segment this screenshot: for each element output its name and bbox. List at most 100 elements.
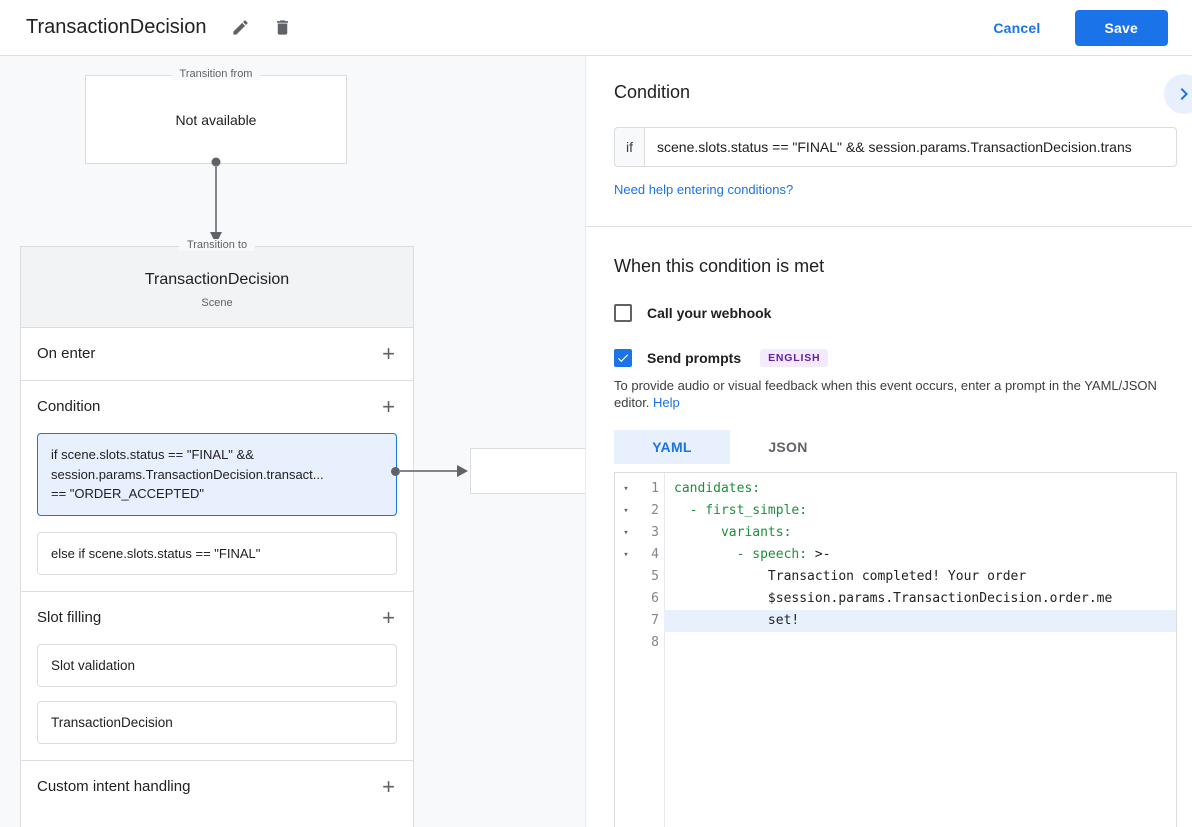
tab-yaml[interactable]: YAML [614,430,730,464]
code-text: - speech: >- [664,544,1176,566]
line-number: 2 [637,500,664,522]
fold-arrow-icon[interactable]: ▾ [615,478,637,500]
transaction-decision-slot-card[interactable]: TransactionDecision [37,701,397,744]
transition-from-box[interactable]: Transition from Not available [85,75,347,164]
send-prompts-row[interactable]: Send prompts ENGLISH [614,349,1177,367]
code-line[interactable]: ▾3 variants: [615,522,1176,544]
line-number: 7 [637,610,664,632]
edit-title-button[interactable] [226,14,254,42]
save-button[interactable]: Save [1075,10,1169,46]
main-content: Transition from Not available Transition… [0,56,1192,827]
transition-from-value: Not available [176,112,257,128]
code-line[interactable]: ▾1candidates: [615,478,1176,500]
condition-text-line: session.params.TransactionDecision.trans… [51,465,383,485]
condition-input[interactable] [644,127,1177,167]
condition-section-label: Condition [37,398,100,416]
call-webhook-checkbox[interactable] [614,304,632,322]
code-text: $session.params.TransactionDecision.orde… [664,588,1176,610]
code-text: Transaction completed! Your order [664,566,1176,588]
slot-filling-label: Slot filling [37,609,101,627]
fold-spacer [615,632,637,654]
language-badge: ENGLISH [760,349,828,367]
condition-text-line: == "ORDER_ACCEPTED" [51,484,383,504]
scene-card: Transition to TransactionDecision Scene … [20,246,414,827]
connector-line [399,470,459,472]
condition-met-section: When this condition is met Call your web… [586,227,1192,827]
header-actions: Cancel Save [993,10,1168,46]
code-line[interactable]: ▾4 - speech: >- [615,544,1176,566]
fold-arrow-icon[interactable]: ▾ [615,500,637,522]
connected-node-box[interactable] [470,448,585,494]
cancel-button[interactable]: Cancel [993,20,1040,36]
help-link[interactable]: Help [653,395,680,410]
code-line[interactable]: ▾2 - first_simple: [615,500,1176,522]
transition-to-label: Transition to [179,239,255,251]
title-area: TransactionDecision [26,14,296,42]
send-prompts-checkbox[interactable] [614,349,632,367]
add-on-enter-button[interactable]: + [380,345,397,363]
yaml-editor-lines: ▾1candidates:▾2 - first_simple:▾3 varian… [615,473,1176,654]
scene-name: TransactionDecision [21,271,413,289]
code-text [664,632,1176,654]
condition-text-line: else if scene.slots.status == "FINAL" [51,544,383,564]
fold-spacer [615,610,637,632]
add-condition-button[interactable]: + [380,398,397,416]
code-text: set! [664,610,1176,632]
add-slot-button[interactable]: + [380,609,397,627]
if-label: if [614,127,644,167]
connector-arrowhead-icon [457,465,468,477]
line-number: 8 [637,632,664,654]
yaml-editor[interactable]: ▾1candidates:▾2 - first_simple:▾3 varian… [614,472,1177,827]
line-number: 3 [637,522,664,544]
code-line[interactable]: 7 set! [615,610,1176,632]
scene-card-header[interactable]: TransactionDecision Scene [21,247,413,328]
code-text: - first_simple: [664,500,1176,522]
condition-card-else[interactable]: else if scene.slots.status == "FINAL" [37,532,397,576]
slot-cards: Slot validation TransactionDecision [21,644,413,760]
trash-icon [273,18,292,37]
code-line[interactable]: 6 $session.params.TransactionDecision.or… [615,588,1176,610]
add-custom-intent-button[interactable]: + [380,778,397,796]
tab-json[interactable]: JSON [730,430,846,464]
prompt-description-text: To provide audio or visual feedback when… [614,378,1157,410]
scene-type-label: Scene [21,297,413,309]
condition-editor-panel: Condition if Need help entering conditio… [585,56,1192,827]
fold-arrow-icon[interactable]: ▾ [615,544,637,566]
top-bar: TransactionDecision Cancel Save [0,0,1192,56]
on-enter-label: On enter [37,345,95,363]
condition-section: Condition + if scene.slots.status == "FI… [21,381,413,592]
transition-from-label: Transition from [172,68,261,80]
custom-intent-label: Custom intent handling [37,778,190,796]
fold-spacer [615,566,637,588]
line-number: 6 [637,588,664,610]
custom-intent-section: Custom intent handling + [21,761,413,813]
scene-diagram: Transition from Not available Transition… [0,56,585,827]
prompt-description: To provide audio or visual feedback when… [614,377,1172,411]
line-number: 4 [637,544,664,566]
fold-arrow-icon[interactable]: ▾ [615,522,637,544]
code-text: candidates: [664,478,1176,500]
line-number: 5 [637,566,664,588]
delete-scene-button[interactable] [268,14,296,42]
fold-spacer [615,588,637,610]
code-text: variants: [664,522,1176,544]
on-enter-section: On enter + [21,328,413,381]
code-line[interactable]: 8 [615,632,1176,654]
slot-validation-card[interactable]: Slot validation [37,644,397,687]
panel-title: Condition [614,82,1177,103]
slot-filling-section: Slot filling + Slot validation Transacti… [21,592,413,761]
condition-cards: if scene.slots.status == "FINAL" && sess… [21,433,413,591]
transition-arrow [206,156,226,246]
conditions-help-link[interactable]: Need help entering conditions? [614,182,793,197]
condition-text-line: if scene.slots.status == "FINAL" && [51,445,383,465]
code-line[interactable]: 5 Transaction completed! Your order [615,566,1176,588]
page-title: TransactionDecision [26,16,206,39]
call-webhook-row[interactable]: Call your webhook [614,304,1177,322]
pencil-icon [231,18,250,37]
checkmark-icon [616,351,630,365]
when-met-title: When this condition is met [614,256,1177,277]
condition-card-selected[interactable]: if scene.slots.status == "FINAL" && sess… [37,433,397,516]
editor-tabs: YAML JSON [614,430,1177,464]
send-prompts-label: Send prompts [647,350,741,366]
line-number: 1 [637,478,664,500]
